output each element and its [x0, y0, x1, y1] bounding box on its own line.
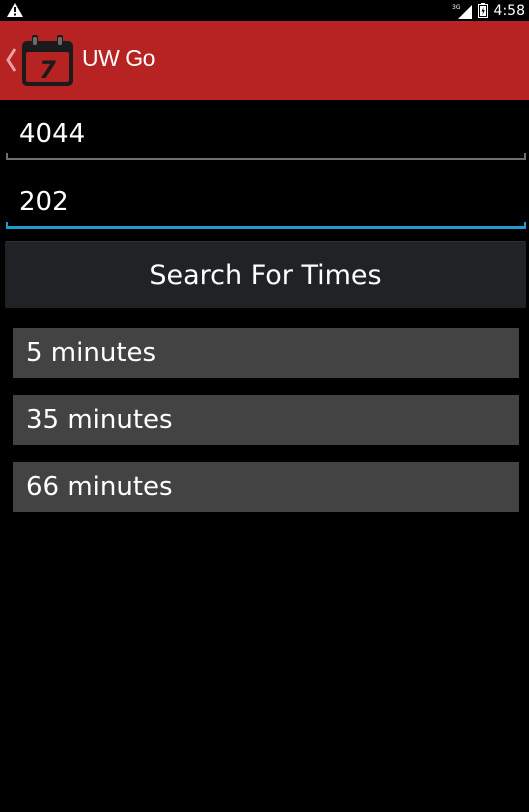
signal-icon: 3G [452, 4, 472, 19]
battery-icon [477, 3, 488, 18]
second-number-field[interactable] [6, 179, 526, 229]
calendar-day-number: 7 [39, 56, 56, 84]
action-bar: 7 UW Go [0, 21, 529, 100]
status-time: 4:58 [493, 2, 525, 19]
list-item[interactable]: 5 minutes [13, 328, 519, 378]
network-type-label: 3G [452, 4, 461, 11]
results-list: 5 minutes 35 minutes 66 minutes [13, 328, 519, 529]
status-bar: 3G 4:58 [0, 0, 529, 21]
second-field-underline [6, 222, 526, 229]
first-number-input[interactable] [6, 111, 526, 157]
second-number-input[interactable] [6, 179, 526, 225]
first-field-underline [6, 153, 526, 160]
first-number-field[interactable] [6, 111, 526, 160]
list-item[interactable]: 66 minutes [13, 462, 519, 512]
status-indicators: 3G 4:58 [452, 0, 525, 21]
warning-icon [7, 3, 23, 17]
app-title: UW Go [82, 45, 155, 71]
list-item[interactable]: 35 minutes [13, 395, 519, 445]
back-chevron-icon[interactable] [5, 47, 17, 73]
search-for-times-button[interactable]: Search For Times [5, 241, 526, 308]
calendar-icon[interactable]: 7 [20, 34, 76, 88]
